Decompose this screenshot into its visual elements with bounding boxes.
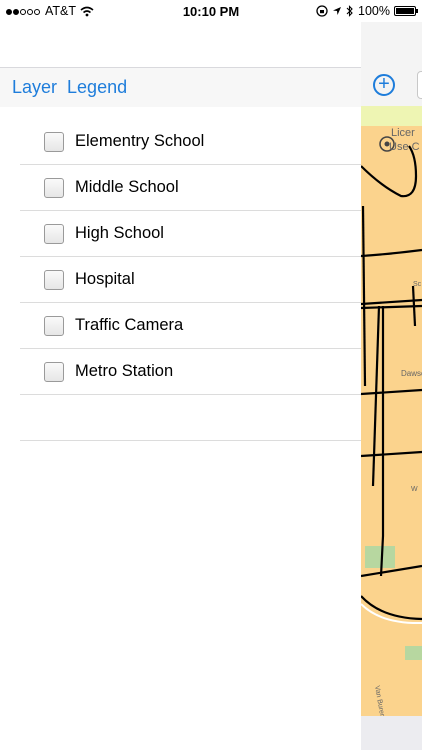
- map-toolbar: +: [361, 67, 422, 106]
- layer-label: Hospital: [75, 270, 135, 288]
- layer-row-metro-station[interactable]: Metro Station: [20, 349, 361, 395]
- layer-checkbox[interactable]: [44, 315, 64, 336]
- layer-checkbox[interactable]: [44, 131, 64, 152]
- tab-legend[interactable]: Legend: [67, 77, 127, 98]
- map-licence-text: Licer: [391, 127, 415, 139]
- layer-checkbox[interactable]: [44, 223, 64, 244]
- layer-row-high-school[interactable]: High School: [20, 211, 361, 257]
- map-view[interactable]: Licer Use C Dawsc Van Buren St Sc W: [361, 106, 422, 716]
- layer-label: Metro Station: [75, 362, 174, 380]
- map-panel[interactable]: + Licer Use C Dawsc Van Buren St Sc: [361, 22, 422, 750]
- orientation-lock-icon: [316, 5, 328, 17]
- layer-drawer: Layer Legend Elementry School Middle Sch…: [0, 22, 361, 750]
- tab-layer[interactable]: Layer: [12, 77, 57, 98]
- map-street-label: Dawsc: [401, 369, 422, 378]
- layer-checkbox[interactable]: [44, 269, 64, 290]
- battery-icon: [394, 6, 418, 16]
- layer-label: High School: [75, 224, 164, 242]
- add-icon[interactable]: +: [373, 74, 395, 96]
- layer-list: Elementry School Middle School High Scho…: [0, 107, 361, 441]
- map-street-label: Sc: [413, 281, 422, 288]
- drawer-header: [0, 22, 361, 68]
- map-street-label: W: [411, 486, 418, 493]
- map-use-text: Use C: [389, 141, 420, 153]
- layer-label: Traffic Camera: [75, 316, 184, 334]
- layer-row-hospital[interactable]: Hospital: [20, 257, 361, 303]
- status-bar: AT&T 10:10 PM 100%: [0, 0, 422, 22]
- layer-label: Middle School: [75, 178, 179, 196]
- layer-row-traffic-camera[interactable]: Traffic Camera: [20, 303, 361, 349]
- layer-checkbox[interactable]: [44, 177, 64, 198]
- bluetooth-icon: [346, 5, 353, 17]
- battery-percent: 100%: [358, 4, 390, 18]
- layer-row-empty: [20, 395, 361, 441]
- layer-row-elementary-school[interactable]: Elementry School: [20, 119, 361, 165]
- drawer-tabbar: Layer Legend: [0, 68, 361, 107]
- map-search-field[interactable]: [417, 71, 422, 99]
- layer-row-middle-school[interactable]: Middle School: [20, 165, 361, 211]
- status-right: 100%: [316, 4, 418, 18]
- location-arrow-icon: [333, 7, 342, 15]
- layer-label: Elementry School: [75, 132, 205, 150]
- map-header: [361, 22, 422, 67]
- map-bottom-bar: [361, 716, 422, 750]
- layer-checkbox[interactable]: [44, 361, 64, 382]
